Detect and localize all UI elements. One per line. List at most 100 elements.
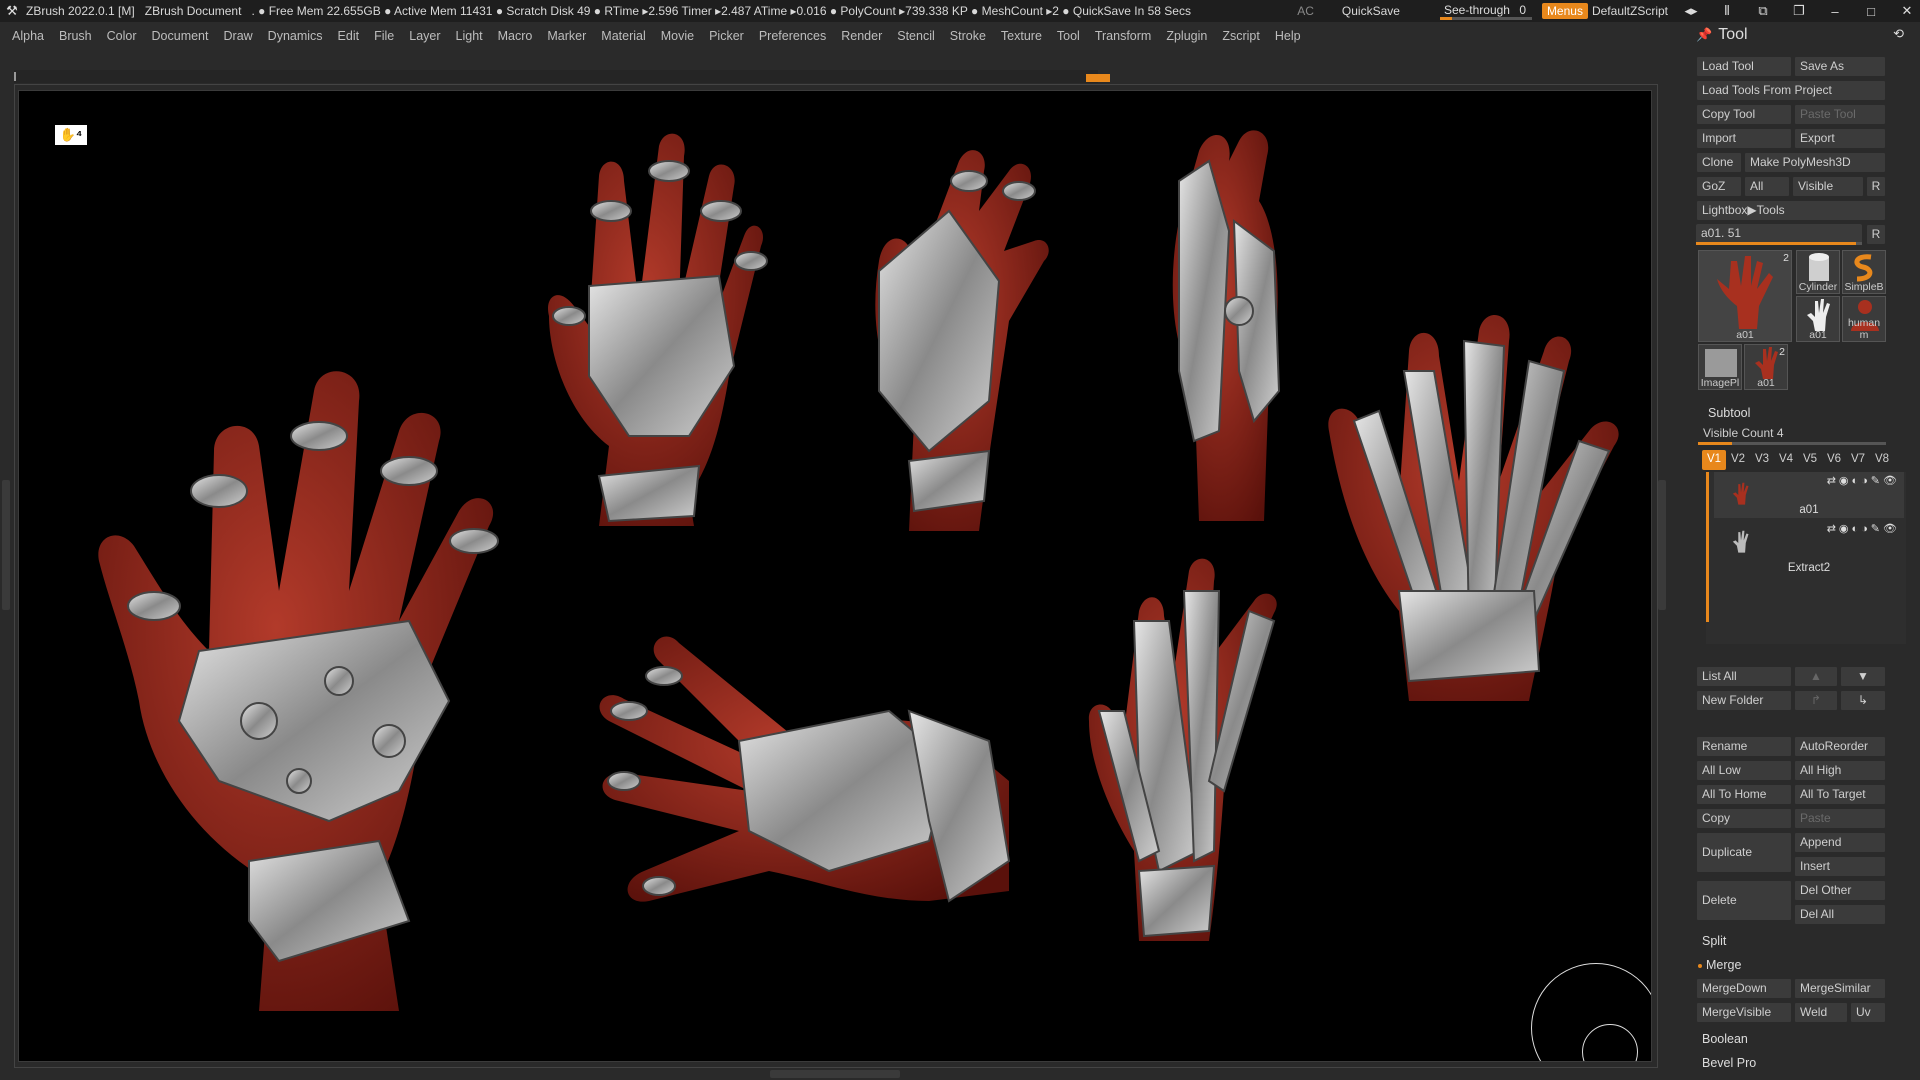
save-as-button[interactable]: Save As (1794, 56, 1886, 77)
bottom-tray-handle[interactable] (770, 1070, 900, 1078)
paste-subtool-button[interactable]: Paste (1794, 808, 1886, 829)
quicksave-button[interactable]: QuickSave (1342, 4, 1400, 18)
make-polymesh3d-button[interactable]: Make PolyMesh3D (1744, 152, 1886, 173)
left-tray-handle[interactable] (2, 480, 10, 610)
hand-model-palm-view[interactable] (1319, 311, 1629, 711)
menu-macro[interactable]: Macro (498, 29, 533, 43)
gizmo-inner-ring[interactable] (1582, 1024, 1638, 1061)
copy-tool-button[interactable]: Copy Tool (1696, 104, 1792, 125)
tab-v3[interactable]: V3 (1750, 450, 1774, 470)
mergedown-button[interactable]: MergeDown (1696, 978, 1792, 999)
folder-down-arrow-icon[interactable]: ↳ (1840, 690, 1886, 711)
goz-r-button[interactable]: R (1866, 176, 1886, 197)
tool-thumb-cylinder[interactable]: Cylinder (1796, 250, 1840, 294)
menu-preferences[interactable]: Preferences (759, 29, 826, 43)
all-high-button[interactable]: All High (1794, 760, 1886, 781)
mergesimilar-button[interactable]: MergeSimilar (1794, 978, 1886, 999)
menu-file[interactable]: File (374, 29, 394, 43)
tool-thumb-a01-small[interactable]: 2 a01 (1744, 344, 1788, 390)
menu-stencil[interactable]: Stencil (897, 29, 935, 43)
del-all-button[interactable]: Del All (1794, 904, 1886, 925)
reset-icon[interactable]: ⟲ (1893, 26, 1904, 42)
menu-layer[interactable]: Layer (409, 29, 440, 43)
minimize-icon[interactable]: – (1822, 4, 1848, 19)
timeline-ruler[interactable] (14, 70, 1110, 83)
menu-tool[interactable]: Tool (1057, 29, 1080, 43)
subtool-row-a01[interactable]: ⇄◉◐◑✎👁 a01 (1714, 472, 1904, 518)
menu-zplugin[interactable]: Zplugin (1166, 29, 1207, 43)
hand-model-edge-view[interactable] (1139, 111, 1309, 531)
menu-draw[interactable]: Draw (224, 29, 253, 43)
new-folder-button[interactable]: New Folder (1696, 690, 1792, 711)
load-tool-button[interactable]: Load Tool (1696, 56, 1792, 77)
subtool-scrollbar[interactable] (1706, 472, 1709, 622)
tool-thumb-simplebrush[interactable]: SimpleB (1842, 250, 1886, 294)
autoreorder-button[interactable]: AutoReorder (1794, 736, 1886, 757)
tab-v7[interactable]: V7 (1846, 450, 1870, 470)
ac-label[interactable]: AC (1297, 4, 1314, 18)
uv-button[interactable]: Uv (1850, 1002, 1886, 1023)
menu-zscript[interactable]: Zscript (1222, 29, 1260, 43)
boolean-section-title[interactable]: Boolean (1702, 1032, 1748, 1046)
import-button[interactable]: Import (1696, 128, 1792, 149)
paste-tool-button[interactable]: Paste Tool (1794, 104, 1886, 125)
copy-subtool-button[interactable]: Copy (1696, 808, 1792, 829)
hand-model-back-view[interactable] (529, 116, 769, 536)
split-section-title[interactable]: Split (1702, 934, 1726, 948)
menu-edit[interactable]: Edit (338, 29, 360, 43)
zbrush-logo-icon[interactable]: ⚒ (4, 3, 20, 19)
lightbox-tools-button[interactable]: Lightbox▶Tools (1696, 200, 1886, 221)
menu-brush[interactable]: Brush (59, 29, 92, 43)
goz-all-button[interactable]: All (1744, 176, 1790, 197)
del-other-button[interactable]: Del Other (1794, 880, 1886, 901)
rename-button[interactable]: Rename (1696, 736, 1792, 757)
tab-v4[interactable]: V4 (1774, 450, 1798, 470)
tool-thumb-a01-white[interactable]: a01 (1796, 296, 1840, 342)
hand-model-lying-view[interactable] (569, 601, 1029, 931)
timeline-marker[interactable] (1086, 74, 1110, 82)
tool-thumb-a01-current[interactable]: 2 a01 (1698, 250, 1792, 342)
layout-arrows-icon[interactable]: ◂▸ (1678, 3, 1704, 19)
tool-slider[interactable]: a01. 51 (1696, 224, 1862, 245)
close-icon[interactable]: ✕ (1894, 3, 1920, 19)
menu-stroke[interactable]: Stroke (950, 29, 986, 43)
menu-document[interactable]: Document (152, 29, 209, 43)
menu-texture[interactable]: Texture (1001, 29, 1042, 43)
subtool-controls-icon[interactable]: ⇄◉◐◑✎👁 (1827, 474, 1900, 487)
goz-visible-button[interactable]: Visible (1792, 176, 1864, 197)
menu-movie[interactable]: Movie (661, 29, 694, 43)
see-through-knob[interactable] (1439, 17, 1452, 20)
all-to-home-button[interactable]: All To Home (1696, 784, 1792, 805)
tab-v8[interactable]: V8 (1870, 450, 1894, 470)
bevel-pro-section-title[interactable]: Bevel Pro (1702, 1056, 1756, 1070)
tool-palette-header[interactable]: 📌 Tool ⟲ (1692, 22, 1920, 48)
folder-up-arrow-icon[interactable]: ↱ (1794, 690, 1838, 711)
hand-model-bottom-side-view[interactable] (1079, 551, 1319, 951)
visible-count-slider[interactable]: Visible Count 4 (1698, 424, 1886, 445)
tab-v6[interactable]: V6 (1822, 450, 1846, 470)
default-zscript-button[interactable]: DefaultZScript (1592, 4, 1668, 18)
mergevisible-button[interactable]: MergeVisible (1696, 1002, 1792, 1023)
menu-marker[interactable]: Marker (547, 29, 586, 43)
pin-icon[interactable]: 📌 (1696, 27, 1712, 43)
canvas-camera-icon[interactable]: ✋⁴ (55, 125, 87, 145)
navigation-gizmo[interactable] (1531, 963, 1651, 1061)
subtool-section-title[interactable]: Subtool (1708, 406, 1750, 420)
window-restore-icon[interactable]: ❐ (1786, 3, 1812, 19)
document-canvas[interactable]: ✋⁴ (18, 90, 1652, 1062)
tab-v5[interactable]: V5 (1798, 450, 1822, 470)
append-button[interactable]: Append (1794, 832, 1886, 853)
delete-button[interactable]: Delete (1696, 880, 1792, 921)
duplicate-button[interactable]: Duplicate (1696, 832, 1792, 873)
menu-material[interactable]: Material (601, 29, 645, 43)
move-up-icon[interactable]: ▲ (1794, 666, 1838, 687)
menus-toggle-button[interactable]: Menus (1541, 3, 1588, 19)
all-low-button[interactable]: All Low (1696, 760, 1792, 781)
tool-slider-r-button[interactable]: R (1866, 224, 1886, 245)
menu-help[interactable]: Help (1275, 29, 1301, 43)
hand-model-side-view[interactable] (859, 121, 1059, 541)
load-tools-from-project-button[interactable]: Load Tools From Project (1696, 80, 1886, 101)
insert-button[interactable]: Insert (1794, 856, 1886, 877)
tab-v1[interactable]: V1 (1702, 450, 1726, 470)
clone-button[interactable]: Clone (1696, 152, 1742, 173)
